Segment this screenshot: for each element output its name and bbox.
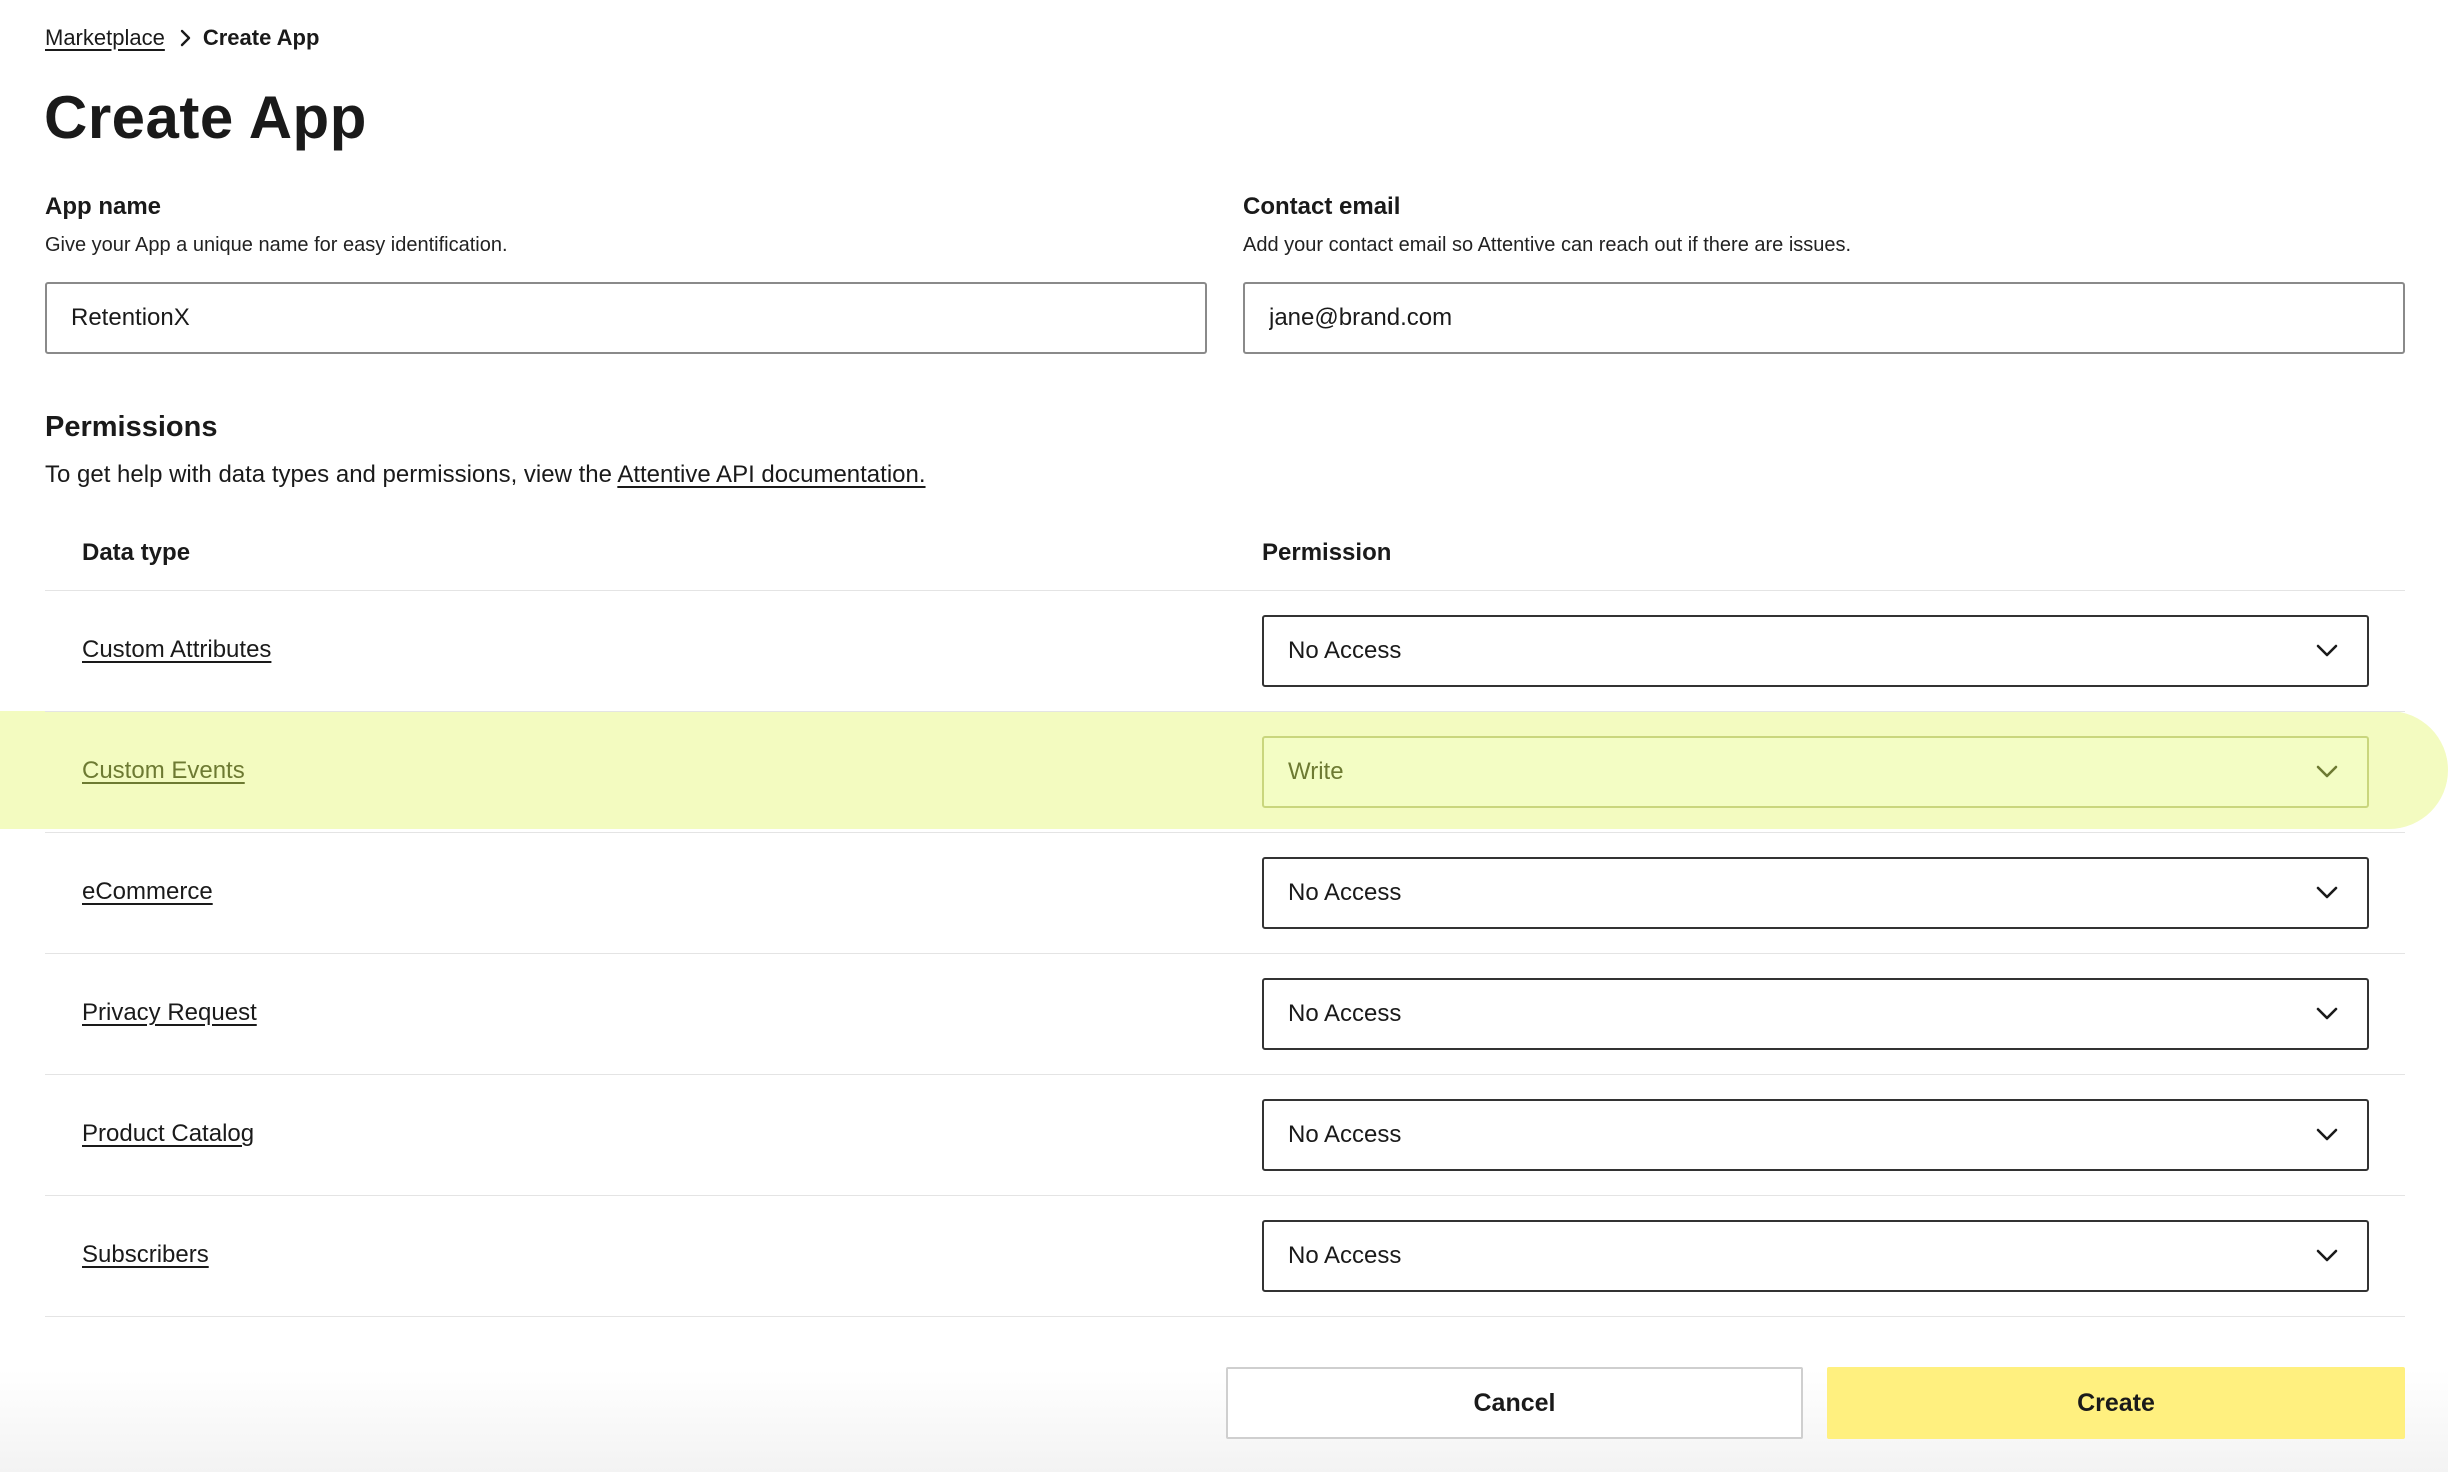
data-type-link[interactable]: Custom Events [82, 754, 245, 788]
contact-email-input[interactable] [1243, 282, 2405, 354]
data-type-link[interactable]: Product Catalog [82, 1117, 254, 1151]
create-app-page: Marketplace Create App Create App App na… [0, 0, 2448, 1472]
permission-select-value: No Access [1288, 1242, 1402, 1269]
table-row: Custom Events Write [45, 712, 2405, 833]
table-row: eCommerce No Access [45, 833, 2405, 954]
app-name-help: Give your App a unique name for easy ide… [45, 234, 508, 256]
app-name-field: App name Give your App a unique name for… [45, 190, 1207, 354]
chevron-down-icon [2315, 1002, 2339, 1026]
table-header: Data type Permission [45, 516, 2405, 591]
app-name-label: App name [45, 193, 162, 220]
breadcrumb: Marketplace Create App [45, 22, 319, 54]
data-type-link[interactable]: Privacy Request [82, 996, 257, 1030]
table-row: Custom Attributes No Access [45, 591, 2405, 712]
permissions-title: Permissions [45, 411, 218, 443]
breadcrumb-marketplace-link[interactable]: Marketplace [45, 25, 165, 51]
page-title: Create App [44, 84, 367, 151]
permissions-help: To get help with data types and permissi… [45, 458, 926, 492]
app-name-input[interactable] [45, 282, 1207, 354]
column-header-permission: Permission [1262, 539, 1392, 566]
data-type-link[interactable]: eCommerce [82, 875, 213, 909]
contact-email-label: Contact email [1243, 193, 1401, 220]
main-content: Marketplace Create App Create App App na… [0, 0, 2448, 1472]
permission-select[interactable]: No Access [1262, 978, 2369, 1050]
chevron-down-icon [2315, 639, 2339, 663]
permission-select[interactable]: No Access [1262, 615, 2369, 687]
permission-select-value: No Access [1288, 879, 1402, 906]
contact-email-field: Contact email Add your contact email so … [1243, 190, 2405, 354]
permissions-table: Data type Permission Custom Attributes N… [45, 516, 2405, 1317]
data-type-link[interactable]: Custom Attributes [82, 633, 271, 667]
permission-select[interactable]: Write [1262, 736, 2369, 808]
breadcrumb-current: Create App [202, 25, 320, 50]
data-type-link[interactable]: Subscribers [82, 1238, 209, 1272]
permission-select[interactable]: No Access [1262, 1099, 2369, 1171]
permission-select[interactable]: No Access [1262, 1220, 2369, 1292]
permissions-help-text: To get help with data types and permissi… [45, 461, 618, 488]
table-row: Product Catalog No Access [45, 1075, 2405, 1196]
table-row: Privacy Request No Access [45, 954, 2405, 1075]
chevron-right-icon [179, 28, 193, 48]
create-button[interactable]: Create [1827, 1367, 2405, 1439]
permission-select-value: No Access [1288, 1121, 1402, 1148]
table-row: Subscribers No Access [45, 1196, 2405, 1317]
permission-select-value: No Access [1288, 637, 1402, 664]
permission-select[interactable]: No Access [1262, 857, 2369, 929]
chevron-down-icon [2315, 881, 2339, 905]
column-header-data-type: Data type [82, 539, 191, 566]
chevron-down-icon [2315, 1244, 2339, 1268]
permission-select-value: Write [1288, 758, 1344, 785]
api-documentation-link[interactable]: Attentive API documentation. [617, 461, 925, 488]
permission-select-value: No Access [1288, 1000, 1402, 1027]
chevron-down-icon [2315, 760, 2339, 784]
cancel-button[interactable]: Cancel [1226, 1367, 1803, 1439]
chevron-down-icon [2315, 1123, 2339, 1147]
contact-email-help: Add your contact email so Attentive can … [1243, 234, 1852, 256]
